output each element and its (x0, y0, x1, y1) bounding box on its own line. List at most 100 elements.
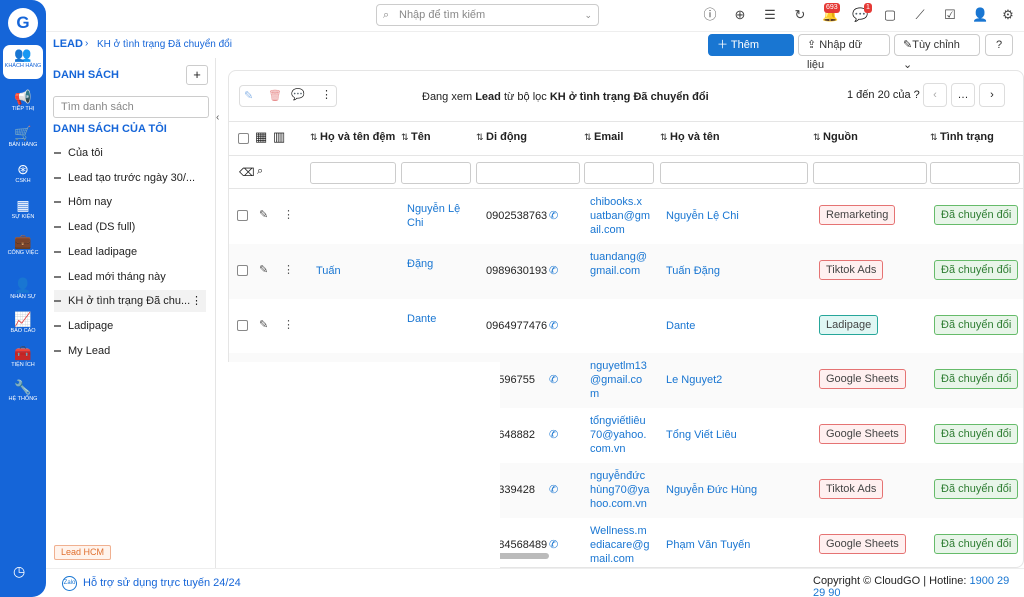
email-cell[interactable]: nguyetlm13 (590, 359, 647, 373)
more-icon[interactable]: ⋮ (283, 208, 294, 222)
info-icon[interactable]: ⓘ (702, 7, 718, 23)
email-cell-line2[interactable]: @gmail.co (590, 373, 642, 387)
sidebar-list-item[interactable]: Lead (DS full) (54, 216, 206, 238)
sidebar-list-item[interactable]: KH ở tình trạng Đã chu... ⋮ (54, 290, 206, 313)
sidebar-list-item[interactable]: Lead mới tháng này (54, 266, 206, 288)
row-checkbox[interactable] (237, 264, 248, 276)
select-all-checkbox[interactable] (238, 133, 249, 144)
row-checkbox[interactable] (237, 319, 248, 331)
nav-item-10[interactable]: 🔧 HỆ THỐNG (0, 378, 46, 412)
email-cell-line2[interactable]: ediacare@g (590, 538, 649, 552)
add-lead-button[interactable]: ＋ Thêm Lead (708, 34, 794, 71)
sidebar-list-item[interactable]: Hôm nay (54, 191, 206, 213)
column-filter-input[interactable] (584, 162, 654, 184)
add-list-button[interactable]: + (186, 65, 208, 85)
middle-name-cell[interactable]: Tuấn (316, 264, 341, 278)
email-cell-line2[interactable]: gmail.com (590, 264, 640, 278)
email-cell-line3[interactable]: mail.com (590, 552, 634, 566)
column-filter-input[interactable] (310, 162, 396, 184)
email-cell-line3[interactable]: ail.com (590, 223, 625, 237)
first-name-cell[interactable]: Nguyễn Lệ (407, 202, 460, 216)
global-search-input[interactable]: ⌕ Nhập để tìm kiếm ⌄ (376, 4, 599, 26)
phone-icon[interactable]: ✆ (549, 538, 558, 552)
edit-icon[interactable]: ✎ (259, 318, 268, 332)
column-filter-input[interactable] (401, 162, 471, 184)
table-icon[interactable]: ▦ (255, 129, 267, 145)
first-name-cell-line2[interactable]: Chi (407, 216, 424, 230)
list-icon[interactable]: ☰ (762, 7, 778, 23)
zalo-icon[interactable]: Zalo (62, 576, 77, 591)
email-cell-line2[interactable]: 70@yahoo. (590, 428, 646, 442)
email-cell[interactable]: chibooks.x (590, 195, 642, 209)
full-name-cell[interactable]: Dante (666, 319, 695, 333)
column-header[interactable]: ⇅ Nguồn (813, 131, 858, 143)
customize-button[interactable]: ✎Tùy chỉnh ⌄ (894, 34, 980, 71)
edit-icon[interactable]: ✎ (244, 89, 253, 102)
more-icon[interactable]: ⋮ (283, 263, 294, 277)
search-icon[interactable]: ⌕ (257, 165, 263, 178)
nav-item-1[interactable]: 👥 KHÁCH HÀNG (3, 45, 43, 79)
import-button[interactable]: ⇪ Nhập dữ liệu (798, 34, 890, 71)
breadcrumb-module[interactable]: LEAD (53, 38, 83, 50)
add-circle-icon[interactable]: ⊕ (732, 7, 748, 23)
more-icon[interactable]: ⋮ (191, 290, 202, 312)
columns-icon[interactable]: ▥ (273, 129, 285, 145)
chart-icon[interactable]: ⟋ (912, 7, 928, 23)
more-icon[interactable]: ⋮ (283, 318, 294, 332)
nav-item-4[interactable]: ⊛ CSKH (0, 160, 46, 194)
more-icon[interactable]: ⋮ (321, 88, 332, 101)
list-tag[interactable]: Lead HCM (54, 545, 112, 560)
sidebar-list-item[interactable]: My Lead (54, 340, 206, 362)
full-name-cell[interactable]: Tổng Viết Liêu (666, 428, 737, 442)
phone-icon[interactable]: ✆ (549, 483, 558, 497)
full-name-cell[interactable]: Phạm Văn Tuyến (666, 538, 750, 552)
column-header[interactable]: ⇅ Email (584, 131, 623, 143)
breadcrumb-view[interactable]: KH ở tình trạng Đã chuyển đổi (97, 39, 232, 50)
email-cell[interactable]: tổngviếtliêu (590, 414, 646, 428)
first-name-cell[interactable]: Đặng (407, 257, 433, 271)
phone-icon[interactable]: ✆ (549, 373, 558, 387)
first-name-cell[interactable]: Dante (407, 312, 436, 326)
phone-icon[interactable]: ✆ (549, 264, 558, 278)
sidebar-list-item[interactable]: Lead tạo trước ngày 30/... (54, 167, 206, 189)
email-cell-line3[interactable]: m (590, 387, 599, 401)
full-name-cell[interactable]: Nguyễn Lệ Chi (666, 209, 739, 223)
column-filter-input[interactable] (476, 162, 580, 184)
phone-icon[interactable]: ✆ (549, 319, 558, 333)
phone-icon[interactable]: ✆ (549, 428, 558, 442)
eraser-icon[interactable]: ⌫ (239, 166, 255, 179)
email-cell-line2[interactable]: hùng70@ya (590, 483, 650, 497)
nav-item-3[interactable]: 🛒 BÁN HÀNG (0, 124, 46, 158)
sidebar-list-item[interactable]: Ladipage (54, 315, 206, 337)
nav-item-7[interactable]: 👤 NHÂN SỰ (0, 276, 46, 310)
next-page-button[interactable]: › (979, 83, 1005, 107)
nav-item-9[interactable]: 🧰 TIỆN ÍCH (0, 344, 46, 378)
nav-item-2[interactable]: 📢 TIẾP THỊ (0, 88, 46, 122)
help-button[interactable]: ? (985, 34, 1013, 56)
email-cell-line3[interactable]: com.vn (590, 442, 625, 456)
support-link[interactable]: Hỗ trợ sử dụng trực tuyến 24/24 (83, 577, 241, 589)
checkbox-icon[interactable]: ☑ (942, 7, 958, 23)
app-logo[interactable]: G (8, 8, 38, 38)
nav-item-8[interactable]: 📈 BÁO CÁO (0, 310, 46, 344)
email-cell[interactable]: tuandang@ (590, 250, 647, 264)
sidebar-list-item[interactable]: Lead ladipage (54, 241, 206, 263)
calendar-icon[interactable]: ▢ (882, 7, 898, 23)
gear-icon[interactable]: ⚙ (1000, 7, 1016, 23)
nav-item-5[interactable]: ▦ SỰ KIỆN (0, 196, 46, 230)
edit-icon[interactable]: ✎ (259, 208, 268, 222)
email-cell[interactable]: Wellness.m (590, 524, 647, 538)
column-header[interactable]: ⇅ Tên (401, 131, 431, 143)
column-header[interactable]: ⇅ Di động (476, 131, 527, 143)
trash-icon[interactable]: 🗑 (268, 89, 282, 102)
column-filter-input[interactable] (930, 162, 1020, 184)
list-search-input[interactable]: Tìm danh sách (53, 96, 209, 118)
collapse-sidebar-icon[interactable]: ‹ (216, 112, 228, 130)
chevron-down-icon[interactable]: ⌄ (584, 5, 592, 25)
page-more-button[interactable]: … (951, 83, 975, 107)
nav-item-6[interactable]: 💼 CÔNG VIỆC (0, 232, 46, 266)
user-icon[interactable]: 👤 (972, 7, 988, 23)
refresh-icon[interactable]: ↻ (792, 7, 808, 23)
phone-icon[interactable]: ✆ (549, 209, 558, 223)
email-cell-line3[interactable]: hoo.com.vn (590, 497, 647, 511)
